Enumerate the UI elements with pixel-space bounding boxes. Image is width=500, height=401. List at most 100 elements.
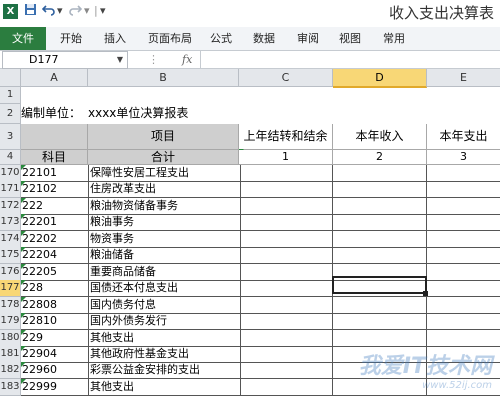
cell-expense[interactable] <box>427 280 500 297</box>
cell-code[interactable]: 22101 <box>21 165 89 182</box>
row-header-177[interactable]: 177 <box>0 280 21 297</box>
cell-code[interactable]: 22202 <box>21 231 89 248</box>
tab-review[interactable]: 审阅 <box>290 27 326 50</box>
header-total[interactable]: 合计 <box>88 150 239 165</box>
fx-icon[interactable]: fx <box>182 51 192 68</box>
row-header-182[interactable]: 182 <box>0 362 21 379</box>
cell-code[interactable]: 22999 <box>21 379 89 396</box>
cell-income[interactable] <box>333 231 427 248</box>
cell-code[interactable]: 22102 <box>21 181 89 198</box>
cell-code[interactable]: 22960 <box>21 362 89 379</box>
cell-carryover[interactable] <box>239 231 333 248</box>
row-header-179[interactable]: 179 <box>0 313 21 330</box>
cell-carryover[interactable] <box>239 280 333 297</box>
column-header-d[interactable]: D <box>333 69 427 88</box>
cell-item-name[interactable]: 保障性安居工程支出 <box>88 165 241 182</box>
cell-item-name[interactable]: 粮油事务 <box>88 214 241 231</box>
tab-page-layout[interactable]: 页面布局 <box>142 27 198 50</box>
header-subject[interactable]: 科目 <box>21 150 88 165</box>
cell-carryover[interactable] <box>239 379 333 396</box>
cell-item-name[interactable]: 其他支出 <box>88 379 241 396</box>
header-cell-a3[interactable] <box>21 124 88 150</box>
cell-income[interactable] <box>333 214 427 231</box>
cell-code[interactable]: 229 <box>21 330 89 347</box>
cell-item-name[interactable]: 物资事务 <box>88 231 241 248</box>
cell-carryover[interactable] <box>239 297 333 314</box>
cell-income[interactable] <box>333 198 427 215</box>
row-header-173[interactable]: 173 <box>0 214 21 231</box>
cell-expense[interactable] <box>427 330 500 347</box>
cell-code[interactable]: 22808 <box>21 297 89 314</box>
customize-quick-access-icon[interactable]: ▾ <box>100 3 106 19</box>
report-name[interactable]: xxxx单位决算报表 <box>88 104 238 123</box>
cell-income[interactable] <box>333 247 427 264</box>
header-col-no-2[interactable]: 2 <box>333 150 427 165</box>
header-carryover[interactable]: 上年结转和结余 <box>239 124 333 150</box>
row-header-176[interactable]: 176 <box>0 264 21 281</box>
header-item[interactable]: 项目 <box>88 124 239 150</box>
column-header-c[interactable]: C <box>239 69 333 87</box>
cell-expense[interactable] <box>427 247 500 264</box>
row-header-174[interactable]: 174 <box>0 231 21 248</box>
cell-expense[interactable] <box>427 264 500 281</box>
row-header-180[interactable]: 180 <box>0 330 21 347</box>
cell-carryover[interactable] <box>239 165 333 182</box>
row-header-4[interactable]: 4 <box>0 150 21 165</box>
cell-item-name[interactable]: 国内外债务发行 <box>88 313 241 330</box>
cell-item-name[interactable]: 其他政府性基金支出 <box>88 346 241 363</box>
cell-item-name[interactable]: 粮油物资储备事务 <box>88 198 241 215</box>
tab-formulas[interactable]: 公式 <box>204 27 238 50</box>
cell-carryover[interactable] <box>239 346 333 363</box>
header-col-no-1[interactable]: 1 <box>239 150 333 165</box>
row-header-171[interactable]: 171 <box>0 181 21 198</box>
column-header-e[interactable]: E <box>427 69 500 87</box>
cell-code[interactable]: 22201 <box>21 214 89 231</box>
row-header-178[interactable]: 178 <box>0 297 21 314</box>
column-header-b[interactable]: B <box>88 69 239 87</box>
cell-expense[interactable] <box>427 313 500 330</box>
row-header-183[interactable]: 183 <box>0 379 21 396</box>
header-expense[interactable]: 本年支出 <box>427 124 500 150</box>
fill-handle[interactable] <box>423 291 428 296</box>
row-header-3[interactable]: 3 <box>0 124 21 150</box>
save-icon[interactable] <box>24 3 37 19</box>
cell-expense[interactable] <box>427 297 500 314</box>
undo-dropdown-icon[interactable]: ▾ <box>57 3 63 19</box>
org-unit-label[interactable]: 编制单位： <box>21 104 87 123</box>
header-income[interactable]: 本年收入 <box>333 124 427 150</box>
cell-item-name[interactable]: 国内债务付息 <box>88 297 241 314</box>
cell-carryover[interactable] <box>239 313 333 330</box>
tab-common[interactable]: 常用 <box>376 27 412 50</box>
column-header-a[interactable]: A <box>21 69 88 87</box>
row-header-172[interactable]: 172 <box>0 198 21 215</box>
row-header-181[interactable]: 181 <box>0 346 21 363</box>
name-box[interactable]: D177 ▼ <box>2 51 128 69</box>
cell-item-name[interactable]: 其他支出 <box>88 330 241 347</box>
cell-expense[interactable] <box>427 165 500 182</box>
cell-code[interactable]: 222 <box>21 198 89 215</box>
cell-item-name[interactable]: 彩票公益金安排的支出 <box>88 362 241 379</box>
cell-item-name[interactable]: 重要商品储备 <box>88 264 241 281</box>
header-col-no-3[interactable]: 3 <box>427 150 500 165</box>
tab-view[interactable]: 视图 <box>332 27 368 50</box>
cell-item-name[interactable]: 粮油储备 <box>88 247 241 264</box>
cell-carryover[interactable] <box>239 247 333 264</box>
cell-item-name[interactable]: 住房改革支出 <box>88 181 241 198</box>
redo-icon[interactable] <box>68 3 83 19</box>
cell-expense[interactable] <box>427 181 500 198</box>
cell-expense[interactable] <box>427 231 500 248</box>
cell-carryover[interactable] <box>239 214 333 231</box>
cell-code[interactable]: 22204 <box>21 247 89 264</box>
cell-code[interactable]: 228 <box>21 280 89 297</box>
cell-carryover[interactable] <box>239 181 333 198</box>
cell-item-name[interactable]: 国债还本付息支出 <box>88 280 241 297</box>
cell-income[interactable] <box>333 297 427 314</box>
cell-code[interactable]: 22904 <box>21 346 89 363</box>
cell-carryover[interactable] <box>239 362 333 379</box>
row-header-175[interactable]: 175 <box>0 247 21 264</box>
redo-dropdown-icon[interactable]: ▾ <box>84 3 90 19</box>
cell-income[interactable] <box>333 181 427 198</box>
tab-file[interactable]: 文件 <box>0 27 46 50</box>
tab-home[interactable]: 开始 <box>52 27 90 50</box>
undo-icon[interactable] <box>41 3 56 19</box>
